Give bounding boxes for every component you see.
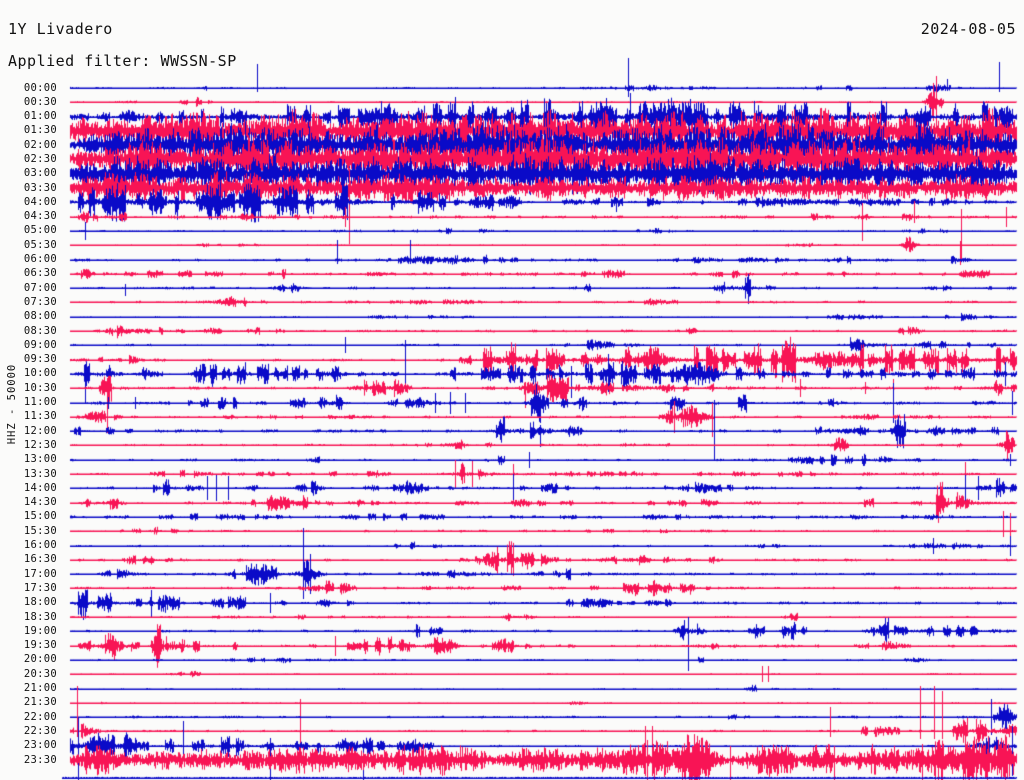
time-label: 20:30 [23,667,57,680]
time-label: 16:30 [23,553,57,566]
time-label: 18:00 [23,596,57,609]
time-label: 03:00 [23,167,57,180]
time-label: 21:00 [23,682,57,695]
time-label: 19:00 [23,624,57,637]
time-label: 14:00 [23,481,57,494]
time-label: 01:30 [23,124,57,137]
time-label: 07:30 [23,295,57,308]
time-label: 06:00 [23,253,57,266]
helicorder-screen: 1Y Livadero 2024-08-05 Applied filter: W… [0,0,1024,780]
time-label: 08:30 [23,324,57,337]
time-label: 05:00 [23,224,57,237]
time-label: 13:00 [23,453,57,466]
station-title: 1Y Livadero [8,20,113,38]
time-label: 15:30 [23,524,57,537]
time-label: 10:30 [23,381,57,394]
time-label: 21:30 [23,696,57,709]
time-label: 06:30 [23,267,57,280]
time-label: 16:00 [23,539,57,552]
time-label: 09:30 [23,353,57,366]
time-label: 11:30 [23,410,57,423]
seismogram-trace-canvas [0,0,1024,780]
time-label: 01:00 [23,110,57,123]
time-label: 17:30 [23,581,57,594]
time-label: 14:30 [23,496,57,509]
time-label: 03:30 [23,181,57,194]
time-label: 22:00 [23,710,57,723]
time-label: 05:30 [23,238,57,251]
time-label: 15:00 [23,510,57,523]
applied-filter-label: Applied filter: WWSSN-SP [8,52,237,70]
time-label: 02:30 [23,152,57,165]
time-label: 07:00 [23,281,57,294]
time-label: 04:30 [23,210,57,223]
time-label: 04:00 [23,195,57,208]
time-label: 23:00 [23,739,57,752]
time-label: 23:30 [23,753,57,766]
time-label: 19:30 [23,639,57,652]
date-label: 2024-08-05 [920,20,1016,38]
time-label: 17:00 [23,567,57,580]
time-label: 08:00 [23,310,57,323]
time-label: 02:00 [23,138,57,151]
time-label: 20:00 [23,653,57,666]
time-label: 18:30 [23,610,57,623]
time-label: 12:00 [23,424,57,437]
time-label: 22:30 [23,724,57,737]
time-label: 12:30 [23,438,57,451]
time-label: 10:00 [23,367,57,380]
time-label: 11:00 [23,396,57,409]
time-label: 13:30 [23,467,57,480]
time-label: 09:00 [23,338,57,351]
time-label: 00:00 [23,81,57,94]
time-label: 00:30 [23,95,57,108]
